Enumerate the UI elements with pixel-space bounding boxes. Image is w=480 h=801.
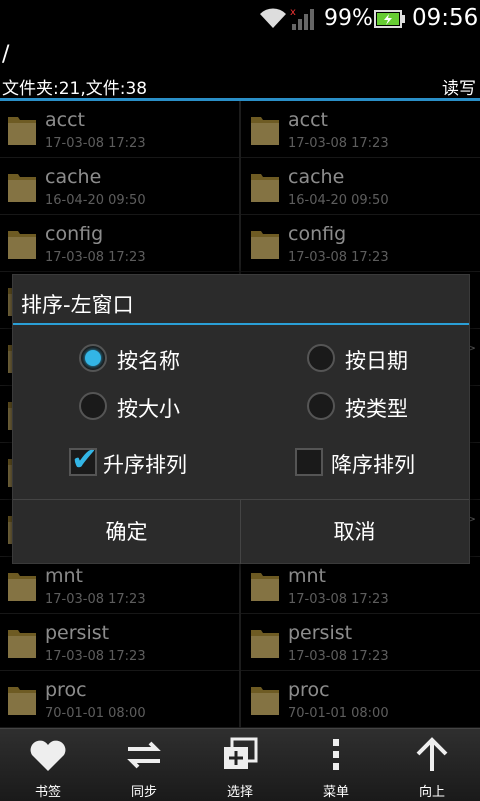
bottom-toolbar: 书签 同步 选择 菜单 向上 xyxy=(0,728,480,801)
heart-icon xyxy=(30,740,66,771)
checkmark-icon: ✔ xyxy=(71,440,98,478)
folder-file-count: 文件夹:21,文件:38 xyxy=(2,79,148,99)
sync-arrows-icon xyxy=(127,741,161,769)
radio-sort-by-size[interactable] xyxy=(79,392,107,420)
dialog-title-divider xyxy=(13,323,469,325)
battery-percent: 99% xyxy=(324,6,373,31)
select-label: 选择 xyxy=(226,785,253,800)
sync-label: 同步 xyxy=(130,785,157,800)
radio-sort-by-type[interactable] xyxy=(307,392,335,420)
current-path[interactable]: / xyxy=(2,42,9,67)
checkbox-descending[interactable] xyxy=(295,448,323,476)
path-header: / 文件夹:21,文件:38 读写 xyxy=(0,38,480,100)
option-label-name[interactable]: 按名称 xyxy=(117,345,180,375)
sync-button[interactable]: 同步 xyxy=(96,729,192,801)
ascending-label[interactable]: 升序排列 xyxy=(103,449,187,479)
radio-sort-by-name[interactable] xyxy=(79,344,107,372)
signal-icon: x xyxy=(290,7,314,30)
option-label-type[interactable]: 按类型 xyxy=(345,393,408,423)
sort-dialog: 排序-左窗口 按名称 按日期 按大小 按类型 ✔ 升序排列 降序排列 确定 取消 xyxy=(12,274,470,564)
wifi-icon xyxy=(260,8,286,28)
bookmark-button[interactable]: 书签 xyxy=(0,729,96,801)
arrow-up-icon xyxy=(416,737,448,771)
up-label: 向上 xyxy=(418,785,445,800)
ok-button[interactable]: 确定 xyxy=(13,500,241,564)
dialog-buttons: 确定 取消 xyxy=(13,499,469,564)
status-bar: x 99% 09:56 xyxy=(0,0,480,38)
select-button[interactable]: 选择 xyxy=(192,729,288,801)
menu-dots-icon xyxy=(333,739,339,770)
up-button[interactable]: 向上 xyxy=(384,729,480,801)
checkbox-ascending[interactable]: ✔ xyxy=(69,440,98,478)
cancel-button[interactable]: 取消 xyxy=(241,500,468,564)
clock: 09:56 xyxy=(412,5,479,31)
bookmark-label: 书签 xyxy=(34,785,61,800)
rw-mode[interactable]: 读写 xyxy=(442,74,476,99)
descending-label[interactable]: 降序排列 xyxy=(331,449,415,479)
dialog-title: 排序-左窗口 xyxy=(21,293,134,317)
battery-icon xyxy=(374,10,405,28)
radio-sort-by-date[interactable] xyxy=(307,344,335,372)
option-label-date[interactable]: 按日期 xyxy=(345,345,408,375)
menu-button[interactable]: 菜单 xyxy=(288,729,384,801)
svg-text:x: x xyxy=(290,7,296,18)
menu-label: 菜单 xyxy=(322,785,349,800)
multi-select-icon xyxy=(224,737,258,769)
option-label-size[interactable]: 按大小 xyxy=(117,393,180,423)
